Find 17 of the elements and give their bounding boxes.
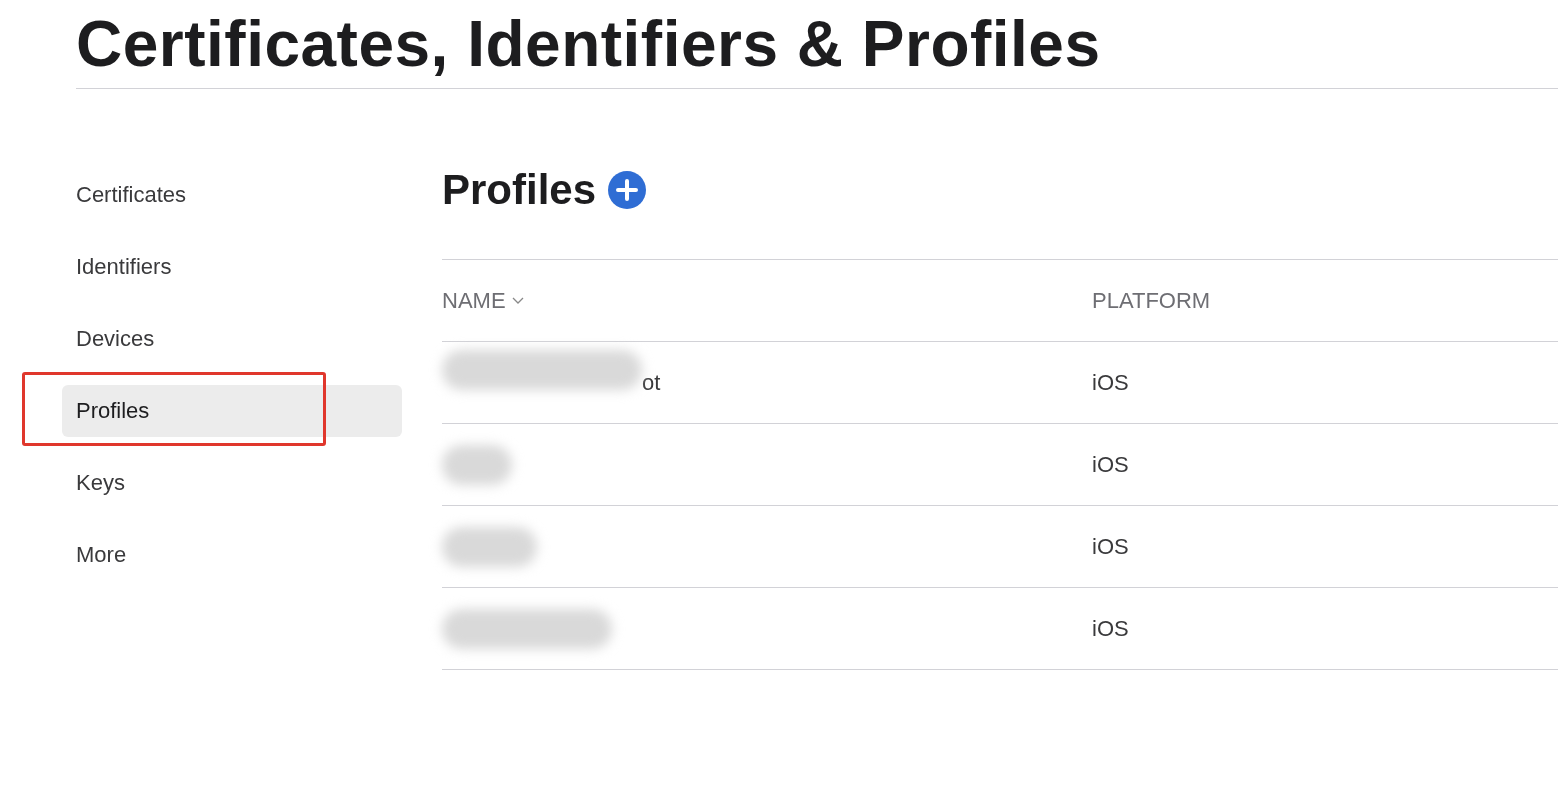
chevron-down-icon[interactable] <box>511 296 524 305</box>
section-heading: Profiles <box>442 166 597 214</box>
sidebar-item[interactable]: Keys <box>62 457 402 509</box>
column-header[interactable]: PLATFORM <box>1092 287 1211 314</box>
sidebar-item[interactable]: Identifiers <box>62 241 402 293</box>
table-cell: iOS <box>1092 615 1129 642</box>
table-cell: ot <box>642 369 661 396</box>
sidebar-item[interactable]: Profiles <box>62 385 402 437</box>
table-cell: iOS <box>1092 369 1129 396</box>
sidebar-item[interactable]: Certificates <box>62 169 402 221</box>
sidebar-item[interactable]: More <box>62 529 402 581</box>
sidebar-item[interactable]: Devices <box>62 313 402 365</box>
column-header[interactable]: NAME <box>442 287 506 314</box>
page-title: Certificates, Identifiers & Profiles <box>76 7 1102 78</box>
table-cell: iOS <box>1092 533 1129 560</box>
add-icon[interactable] <box>608 171 647 209</box>
table-cell: iOS <box>1092 451 1129 478</box>
